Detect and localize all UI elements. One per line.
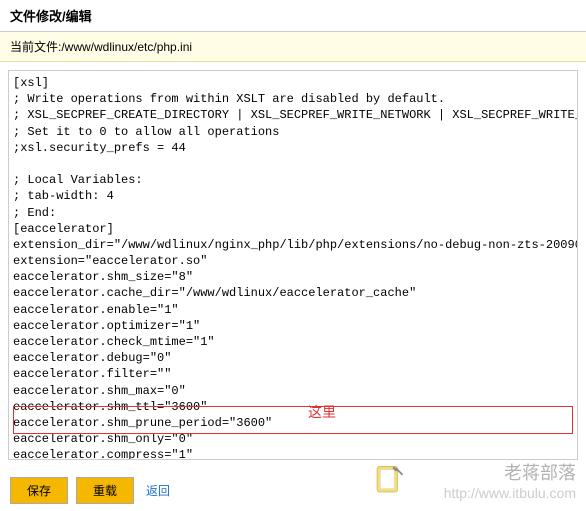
page-title: 文件修改/编辑 [0, 0, 586, 32]
editor-container: 这里 [8, 70, 578, 463]
notebook-icon [372, 463, 406, 497]
footer-toolbar: 保存 重载 返回 [0, 471, 586, 510]
page-title-text: 文件修改/编辑 [10, 9, 92, 24]
save-button[interactable]: 保存 [10, 477, 68, 504]
current-file-bar: 当前文件:/www/wdlinux/etc/php.ini [0, 32, 586, 62]
reload-button[interactable]: 重载 [76, 477, 134, 504]
current-file-label: 当前文件: [10, 40, 61, 54]
current-file-path: /www/wdlinux/etc/php.ini [61, 40, 192, 54]
file-content-textarea[interactable] [8, 70, 578, 460]
back-link[interactable]: 返回 [146, 482, 170, 499]
